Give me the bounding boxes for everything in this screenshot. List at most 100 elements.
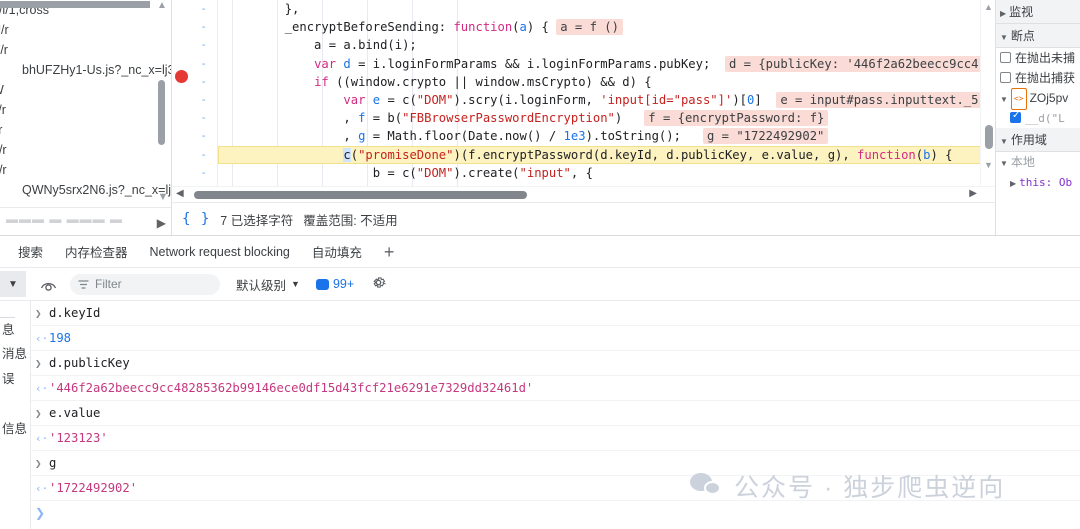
console-result-entry[interactable]: ‹· '123123' — [31, 426, 1080, 451]
chevron-right-icon: ▶ — [1000, 9, 1007, 18]
file-list-item[interactable]: QWNy5srx2N6.js?_nc_x=lj — [0, 180, 171, 200]
file-nav-hscrollbar[interactable]: ▬▬▬ ▬ ▬▬▬ ▬ ▶ — [0, 207, 171, 235]
console-input-entry[interactable]: ❯ d.publicKey — [31, 351, 1080, 376]
gutter-line-number[interactable]: - — [172, 0, 217, 18]
file-nav-hscroll-thumb[interactable] — [0, 1, 150, 8]
editor-vertical-scrollbar[interactable]: ▲ ▼ — [980, 0, 995, 186]
pause-caught-row[interactable]: 在抛出捕获 — [996, 68, 1080, 88]
file-list-item[interactable]: bhUFZHy1-Us.js?_nc_x=lj3 — [0, 60, 171, 80]
drawer-tab-strip[interactable]: 搜索 内存检查器 Network request blocking 自动填充 + — [0, 235, 1080, 268]
console-input-entry[interactable]: ❯ e.value — [31, 401, 1080, 426]
breakpoint-entry-row[interactable]: __d("L — [996, 108, 1080, 128]
code-editor[interactable]: ---------- }, _encryptBeforeSending: fun… — [172, 0, 996, 235]
scope-local-label: 本地 — [1010, 155, 1035, 169]
gutter-line-number[interactable]: - — [172, 146, 217, 164]
scope-section-header[interactable]: ▼ 作用域 — [996, 128, 1080, 152]
editor-scroll-right-icon[interactable]: ▶ — [969, 188, 977, 199]
checkbox-icon[interactable] — [1000, 52, 1011, 63]
console-input-entry[interactable]: ❯ g — [31, 451, 1080, 476]
console-settings-button[interactable] — [370, 274, 387, 294]
console-result-entry[interactable]: ‹· '1722492902' — [31, 476, 1080, 501]
file-nav-scrollbar[interactable] — [158, 80, 165, 145]
code-line[interactable]: if ((window.crypto || window.msCrypto) &… — [218, 73, 995, 91]
log-level-dropdown[interactable]: 默认级别 ▼ — [236, 275, 300, 294]
nav-scroll-up-icon[interactable]: ▲ — [155, 0, 169, 12]
chevron-down-icon: ▼ — [1000, 33, 1008, 42]
code-line[interactable]: _encryptBeforeSending: function(a) { a =… — [218, 18, 995, 36]
nav-scroll-right-icon[interactable]: ▶ — [157, 216, 166, 230]
editor-scroll-up-icon[interactable]: ▲ — [981, 0, 995, 14]
drawer-tab[interactable]: 自动填充 — [312, 242, 362, 261]
file-list-item[interactable]: n/r — [0, 140, 171, 160]
drawer-tab[interactable]: 内存检查器 — [65, 242, 128, 261]
code-line[interactable]: var d = i.loginFormParams && i.loginForm… — [218, 55, 995, 73]
file-list-item[interactable]: U/r — [0, 20, 171, 40]
file-list-item[interactable]: W — [0, 80, 171, 100]
result-arrow-icon: ‹· — [35, 432, 49, 445]
console-sidebar-item[interactable]: 消息 — [0, 342, 27, 367]
selected-token: c — [343, 147, 351, 162]
editor-hscroll-thumb[interactable] — [194, 191, 527, 199]
console-sidebar-item[interactable]: 误 — [0, 367, 15, 392]
file-list-item[interactable]: V/r — [0, 40, 171, 60]
console-message-list[interactable]: ❯ d.keyId ‹· 198 ❯ d.publicKey ‹· '446f2a62beec… — [31, 301, 1080, 529]
checkbox-icon[interactable] — [1000, 72, 1011, 83]
console-entry-text: 198 — [49, 331, 72, 345]
code-line[interactable]: , g = Math.floor(Date.now() / 1e3).toStr… — [218, 127, 995, 145]
code-line[interactable]: }, — [218, 0, 995, 18]
code-line[interactable]: b = c("DOM").create("input", { — [218, 164, 995, 182]
console-result-entry[interactable]: ‹· 198 — [31, 326, 1080, 351]
console-prompt[interactable]: ❯ — [31, 501, 1080, 526]
code-token: = b( — [365, 111, 403, 126]
editor-gutter[interactable]: ---------- — [172, 0, 218, 186]
prompt-arrow-icon: ❯ — [35, 307, 42, 320]
code-token: , — [226, 129, 359, 144]
console-sidebar-item[interactable]: 信息 — [0, 417, 27, 442]
console-filter-input[interactable]: Filter — [70, 273, 220, 295]
code-line[interactable]: , f = b("FBBrowserPasswordEncryption") f… — [218, 109, 995, 127]
breakpoint-marker-icon[interactable] — [175, 70, 188, 83]
code-line-current[interactable]: c("promiseDone")(f.encryptPassword(d.key… — [218, 145, 995, 164]
console-context-dropdown[interactable]: ▼ — [0, 271, 26, 297]
file-list-item[interactable]: o/r — [0, 160, 171, 180]
gutter-line-number[interactable]: - — [172, 18, 217, 36]
code-line[interactable]: var e = c("DOM").scry(i.loginForm, 'inpu… — [218, 91, 995, 109]
gutter-line-number[interactable]: - — [172, 36, 217, 54]
drawer-tab[interactable]: 搜索 — [18, 242, 43, 261]
editor-vscroll-thumb[interactable] — [985, 125, 993, 149]
scope-this-row[interactable]: ▶ this: Ob — [996, 172, 1080, 192]
drawer-tab[interactable]: Network request blocking — [150, 245, 290, 259]
gutter-line-number[interactable]: - — [172, 109, 217, 127]
file-list-item[interactable]: j/r — [0, 120, 171, 140]
breakpoints-section-header[interactable]: ▼ 断点 — [996, 24, 1080, 48]
code-token: "promiseDone" — [358, 147, 454, 162]
scope-local-row[interactable]: ▼ 本地 — [996, 152, 1080, 172]
nav-scroll-down-icon[interactable]: ▼ — [155, 190, 171, 204]
console-input-entry[interactable]: ❯ d.keyId — [31, 301, 1080, 326]
console-sidebar[interactable]: 息消息误信息 — [0, 301, 31, 529]
editor-horizontal-scrollbar[interactable]: ◀ ▶ — [172, 186, 995, 202]
code-content[interactable]: }, _encryptBeforeSending: function(a) { … — [218, 0, 995, 186]
console-entry-text: '446f2a62beecc9cc48285362b99146ece0df15d… — [49, 381, 534, 395]
issues-chip[interactable]: 99+ — [315, 277, 355, 291]
watch-section-header[interactable]: ▶ 监视 — [996, 0, 1080, 24]
editor-scroll-down-icon[interactable]: ▼ — [981, 158, 995, 172]
gutter-line-number[interactable]: - — [172, 164, 217, 182]
no-entry-icon[interactable] — [36, 277, 60, 292]
console-result-entry[interactable]: ‹· '446f2a62beecc9cc48285362b99146ece0df1… — [31, 376, 1080, 401]
issues-count: 99+ — [332, 277, 355, 291]
editor-scroll-left-icon[interactable]: ◀ — [176, 188, 184, 199]
add-drawer-tab-button[interactable]: + — [384, 243, 395, 261]
console-sidebar-item[interactable]: 息 — [0, 317, 15, 342]
gutter-line-number[interactable]: - — [172, 127, 217, 145]
checkbox-icon[interactable] — [1010, 110, 1021, 123]
breakpoint-file-row[interactable]: ▼ <> ZOj5pv — [996, 88, 1080, 110]
code-line[interactable]: a = a.bind(i); — [218, 36, 995, 54]
file-list-item[interactable]: c/r — [0, 100, 171, 120]
pretty-print-icon[interactable]: { } — [182, 211, 210, 227]
pause-uncaught-row[interactable]: 在抛出未捕 — [996, 48, 1080, 68]
gutter-line-number[interactable]: - — [172, 91, 217, 109]
file-navigator[interactable]: ▲ 1/i/1,crossU/rV/rbhUFZHy1-Us.js?_nc_x=… — [0, 0, 172, 235]
